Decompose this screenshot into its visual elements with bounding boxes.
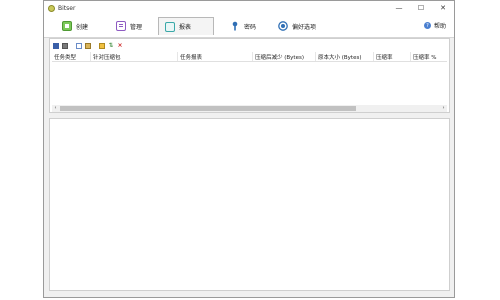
report-table-header: 任务类型 针对压缩包 任务报表 压缩后减少 (Bytes) 原本大小 (Byte… (52, 52, 447, 62)
column-header[interactable]: 任务报表 (180, 53, 202, 61)
create-icon (62, 21, 72, 31)
column-header[interactable]: 压缩率 (376, 53, 393, 61)
column-header[interactable]: 原本大小 (Bytes) (318, 53, 361, 61)
main-tabs: 创建 管理 报表 密码 偏好选项 ? 帮助 (44, 15, 454, 38)
window-controls: — ☐ ✕ (388, 1, 454, 15)
tab-create[interactable]: 创建 (56, 17, 100, 35)
delete-icon[interactable]: × (117, 42, 123, 49)
tab-report[interactable]: 报表 (158, 17, 214, 35)
scroll-left-icon[interactable]: ‹ (52, 105, 59, 112)
folder-icon[interactable] (99, 42, 105, 49)
help-label: 帮助 (433, 23, 446, 30)
preferences-icon (278, 21, 288, 31)
copy-icon[interactable] (76, 42, 82, 49)
tab-label: 偏好选项 (292, 23, 317, 31)
report-panel: ⇅ × 任务类型 针对压缩包 任务报表 压缩后减少 (Bytes) 原本大小 (… (49, 38, 450, 113)
help-icon: ? (423, 22, 431, 29)
app-window: Bitser — ☐ ✕ 创建 管理 报表 密码 偏好选项 ? 帮助 ⇅ × 任… (43, 0, 455, 298)
report-icon (165, 21, 175, 32)
report-details-pane (49, 118, 450, 291)
tab-manage[interactable]: 管理 (110, 17, 154, 35)
column-header[interactable]: 压缩率 % (413, 53, 436, 61)
tab-label: 创建 (76, 23, 89, 31)
tab-password[interactable]: 密码 (224, 17, 268, 35)
scroll-right-icon[interactable]: › (440, 105, 447, 112)
close-button[interactable]: ✕ (432, 1, 454, 15)
maximize-button[interactable]: ☐ (410, 1, 432, 15)
tab-preferences[interactable]: 偏好选项 (272, 17, 332, 35)
minimize-button[interactable]: — (388, 1, 410, 15)
print-icon[interactable] (62, 42, 68, 49)
horizontal-scrollbar[interactable]: ‹ › (52, 105, 447, 112)
column-header[interactable]: 针对压缩包 (93, 53, 121, 61)
window-title: Bitser (58, 4, 76, 12)
clipboard-icon[interactable] (85, 42, 91, 49)
refresh-icon[interactable]: ⇅ (108, 42, 114, 49)
title-bar: Bitser — ☐ ✕ (44, 1, 454, 15)
save-icon[interactable] (53, 42, 59, 49)
tab-label: 密码 (244, 23, 257, 31)
key-icon (230, 21, 240, 31)
column-header[interactable]: 压缩后减少 (Bytes) (255, 53, 304, 61)
tab-label: 报表 (179, 24, 192, 31)
manage-icon (116, 21, 126, 31)
help-button[interactable]: ? 帮助 (423, 21, 446, 30)
column-header[interactable]: 任务类型 (54, 53, 76, 61)
scrollbar-thumb[interactable] (60, 106, 356, 111)
app-logo-icon (48, 4, 55, 12)
report-toolbar: ⇅ × (53, 41, 123, 50)
tab-label: 管理 (130, 23, 143, 31)
